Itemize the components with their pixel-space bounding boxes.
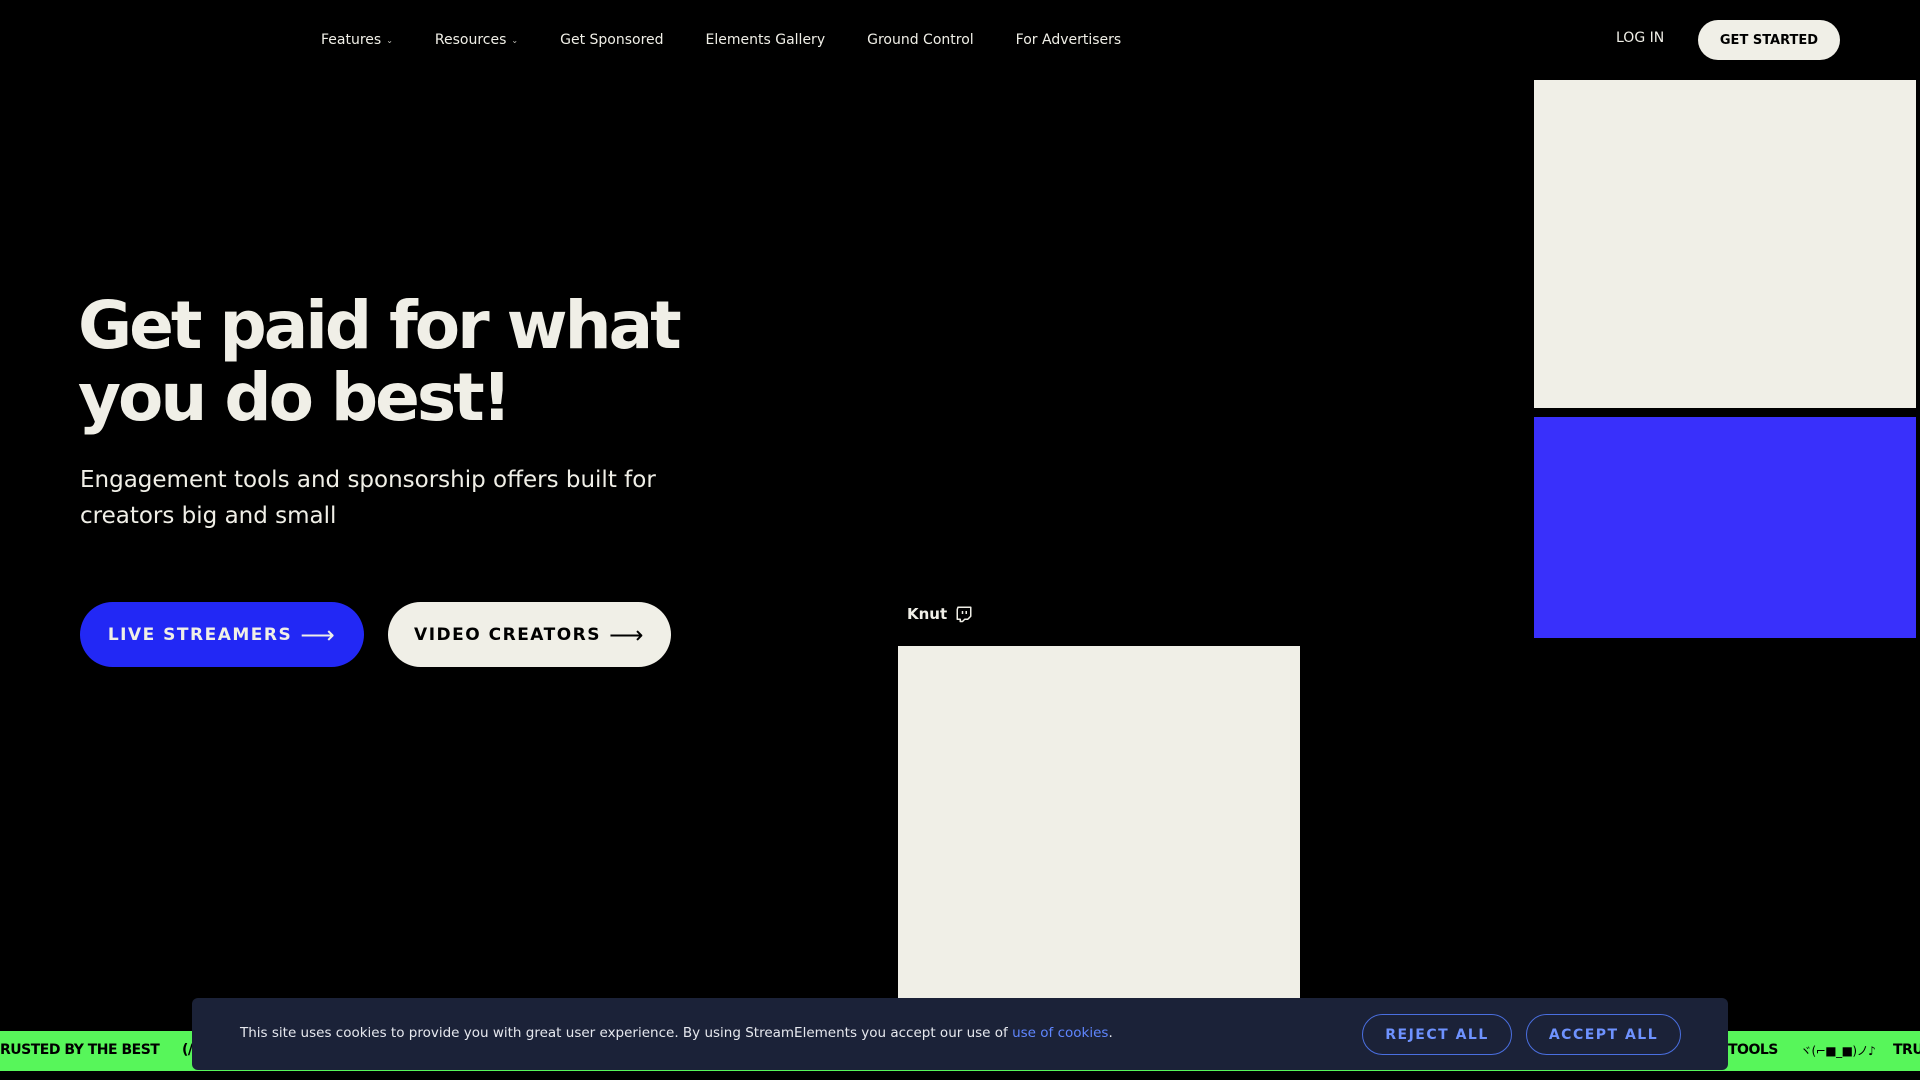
creator-video-card[interactable] (898, 646, 1300, 1006)
accept-all-button[interactable]: ACCEPT ALL (1526, 1014, 1681, 1055)
live-streamers-button[interactable]: LIVE STREAMERS ⟶ (80, 602, 364, 667)
arrow-right-icon: ⟶ (609, 620, 645, 649)
hero-subtitle: Engagement tools and sponsorship offers … (80, 462, 720, 534)
hero-subtitle-line2: creators big and small (80, 503, 337, 529)
hero-subtitle-line1: Engagement tools and sponsorship offers … (80, 467, 656, 493)
showcase-panel-blue (1534, 417, 1916, 638)
chevron-down-icon: ⌄ (511, 35, 519, 45)
nav-item-resources[interactable]: Resources ⌄ (435, 32, 518, 48)
nav-item-label: Get Sponsored (560, 32, 664, 48)
cookie-message-end: . (1108, 1025, 1113, 1041)
nav-item-label: For Advertisers (1015, 32, 1122, 48)
arrow-right-icon: ⟶ (300, 620, 337, 649)
ticker-glyph: ヾ(⌐■_■)ノ♪ (1800, 1044, 1876, 1058)
hero-title-line1: Get paid for what (78, 287, 682, 364)
get-started-button[interactable]: GET STARTED (1698, 20, 1840, 60)
cookie-policy-link[interactable]: use of cookies (1012, 1025, 1108, 1041)
showcase-panel-cream (1534, 80, 1916, 408)
nav-item-for-advertisers[interactable]: For Advertisers (1016, 32, 1122, 48)
nav-item-label: Ground Control (867, 32, 974, 48)
top-nav: Features ⌄ Resources ⌄ Get Sponsored Ele… (0, 0, 1920, 80)
video-creators-button[interactable]: VIDEO CREATORS ⟶ (388, 602, 671, 667)
ticker-text: TRU (1893, 1042, 1920, 1058)
nav-item-elements-gallery[interactable]: Elements Gallery (706, 32, 826, 48)
nav-links: Features ⌄ Resources ⌄ Get Sponsored Ele… (321, 0, 1163, 80)
video-creators-label: VIDEO CREATORS (414, 624, 602, 645)
chevron-down-icon: ⌄ (386, 35, 393, 45)
ticker-glyph: (/ (182, 1042, 193, 1058)
nav-item-features[interactable]: Features ⌄ (321, 32, 393, 48)
live-streamers-label: LIVE STREAMERS (107, 624, 293, 645)
nav-item-label: Resources (434, 32, 507, 48)
hero-title: Get paid for what you do best! (78, 290, 798, 434)
twitch-icon (956, 606, 972, 623)
hero-title-line2: you do best! (78, 359, 512, 436)
ticker-text: RUSTED BY THE BEST (0, 1042, 160, 1058)
creator-tag: Knut (907, 605, 973, 623)
cookie-message: This site uses cookies to provide you wi… (240, 1025, 1113, 1041)
reject-all-button[interactable]: REJECT ALL (1362, 1014, 1512, 1055)
nav-item-label: Elements Gallery (705, 32, 826, 48)
ticker-text: TOOLS (1728, 1042, 1778, 1058)
creator-name: Knut (907, 605, 948, 623)
cookie-banner: This site uses cookies to provide you wi… (192, 998, 1728, 1070)
cookie-message-text: This site uses cookies to provide you wi… (240, 1025, 1013, 1041)
login-link[interactable]: LOG IN (1616, 30, 1664, 46)
nav-item-ground-control[interactable]: Ground Control (867, 32, 974, 48)
nav-item-label: Features (321, 32, 382, 48)
nav-item-get-sponsored[interactable]: Get Sponsored (560, 32, 663, 48)
